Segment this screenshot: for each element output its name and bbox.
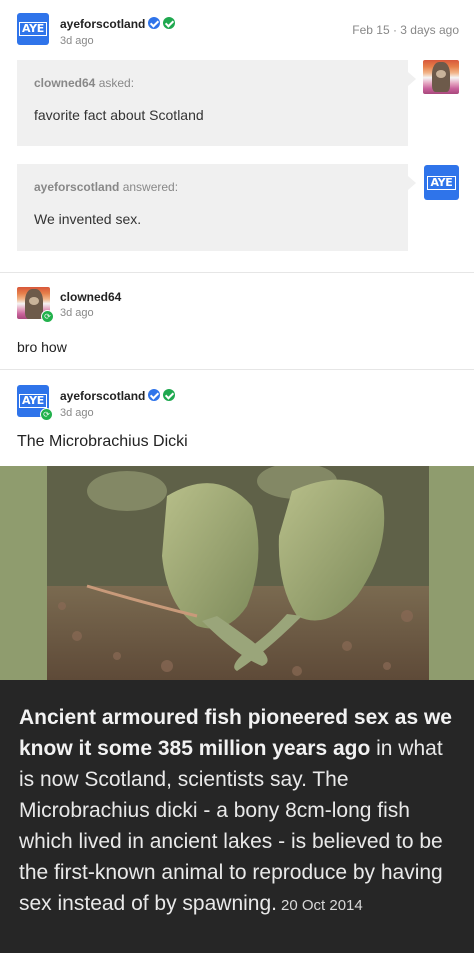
divider bbox=[0, 369, 474, 370]
post-username[interactable]: ayeforscotland bbox=[60, 17, 145, 31]
asker-avatar[interactable] bbox=[423, 60, 459, 94]
question-text: favorite fact about Scotland bbox=[34, 107, 204, 123]
reply-text: The Microbrachius Dicki bbox=[17, 433, 188, 450]
verified-check-icon bbox=[148, 17, 161, 29]
verified-check-icon bbox=[163, 389, 176, 401]
avatar-text: AYE bbox=[18, 394, 48, 408]
fish-illustration bbox=[47, 466, 429, 680]
answerer-avatar[interactable]: AYE bbox=[424, 165, 459, 200]
answerer-name[interactable]: ayeforscotland bbox=[34, 180, 119, 194]
answer-text: We invented sex. bbox=[34, 211, 142, 227]
caption-body: in what is now Scotland, scientists say.… bbox=[19, 737, 443, 915]
reply-username[interactable]: ayeforscotland bbox=[60, 389, 145, 403]
avatar-face bbox=[432, 62, 450, 92]
reply-avatar[interactable]: AYE ⟳ bbox=[17, 385, 53, 421]
news-caption: Ancient armoured fish pioneered sex as w… bbox=[0, 680, 474, 953]
verified-check-icon bbox=[148, 389, 161, 401]
reply-text: bro how bbox=[17, 339, 67, 355]
reblog-icon: ⟳ bbox=[40, 408, 53, 421]
answer-meta: ayeforscotland answered: bbox=[34, 180, 408, 194]
reply-avatar[interactable]: ⟳ bbox=[17, 287, 54, 323]
asked-label: asked: bbox=[98, 76, 135, 90]
divider bbox=[0, 272, 474, 273]
avatar-text: AYE bbox=[427, 175, 456, 190]
caption-date: 20 Oct 2014 bbox=[281, 897, 363, 914]
verified-check-icon bbox=[163, 17, 176, 29]
ask-bubble: clowned64 asked: favorite fact about Sco… bbox=[17, 60, 416, 146]
post-time: 3d ago bbox=[60, 35, 94, 47]
answered-label: answered: bbox=[122, 180, 179, 194]
post-photo[interactable] bbox=[0, 466, 474, 680]
reply-time: 3d ago bbox=[60, 307, 94, 319]
post-date: Feb 15 · 3 days ago bbox=[352, 23, 459, 37]
reply-username[interactable]: clowned64 bbox=[60, 290, 121, 304]
avatar-text: AYE bbox=[18, 22, 48, 36]
answer-bubble: ayeforscotland answered: We invented sex… bbox=[17, 164, 416, 251]
reblog-icon: ⟳ bbox=[41, 310, 54, 323]
reply-time: 3d ago bbox=[60, 407, 94, 419]
asker-name[interactable]: clowned64 bbox=[34, 76, 95, 90]
post-avatar[interactable]: AYE bbox=[17, 13, 49, 45]
ask-meta: clowned64 asked: bbox=[34, 76, 408, 90]
fish-photo bbox=[47, 466, 429, 680]
